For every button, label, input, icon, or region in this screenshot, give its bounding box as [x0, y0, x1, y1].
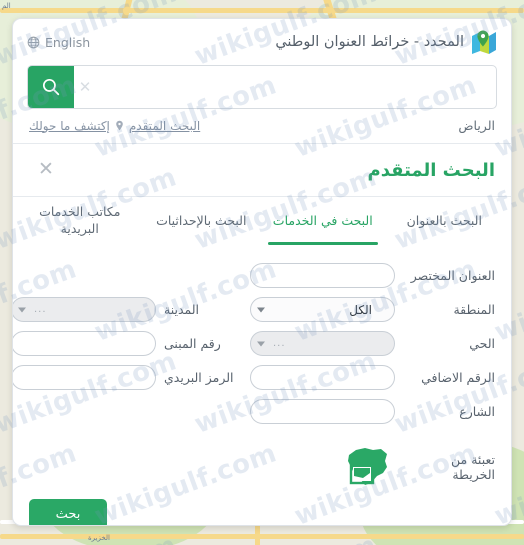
location-pin-icon	[116, 120, 123, 131]
field-additional-number	[250, 365, 395, 390]
search-panel: المحدد - خرائط العنوان الوطني English ✕	[12, 18, 512, 526]
explore-nearby-link[interactable]: إكتشف ما حولك	[29, 119, 110, 133]
language-switch-button[interactable]: English	[27, 35, 90, 50]
field-building-number	[13, 331, 156, 356]
field-short-address	[250, 263, 395, 288]
map-label: الم	[2, 2, 11, 10]
field-postal-code	[13, 365, 156, 390]
map-road	[0, 534, 524, 539]
building-number-input[interactable]	[13, 331, 156, 356]
search-button[interactable]: بحث	[29, 499, 107, 525]
label-city: المدينة	[164, 302, 200, 317]
quick-links: البحث المتقدم إكتشف ما حولك	[29, 119, 200, 133]
map-fill-row: تعبئة من الخريطة	[13, 433, 511, 489]
city-select[interactable]: ...	[13, 297, 156, 322]
label-building-number: رقم المبنى	[164, 336, 221, 351]
map-pin-logo-icon	[472, 30, 496, 54]
globe-icon	[27, 36, 40, 48]
form-row-street: الشارع	[29, 399, 495, 424]
page-title: البحث المتقدم	[367, 159, 495, 181]
tab-search-in-services[interactable]: البحث في الخدمات	[262, 197, 384, 245]
label-street: الشارع	[459, 404, 495, 419]
map-road	[0, 8, 524, 13]
panel-header: المحدد - خرائط العنوان الوطني English	[13, 19, 511, 65]
form-row-district-building: الحي ... رقم المبنى	[13, 331, 495, 356]
search-row: ✕	[13, 65, 511, 109]
tab-label: البحث بالإحداثيات	[156, 212, 247, 228]
tab-search-by-address[interactable]: البحث بالعنوان	[384, 197, 506, 245]
tab-label: مكاتب الخدمات البريدية	[39, 204, 121, 236]
short-address-input[interactable]	[250, 263, 395, 288]
label-additional-number: الرقم الاضافي	[421, 370, 495, 385]
street-input[interactable]	[250, 399, 395, 424]
form-row-additional-postal: الرقم الاضافي الرمز البريدي	[13, 365, 495, 390]
label-fill-from-map: تعبئة من الخريطة	[451, 452, 495, 482]
field-region: الكل	[250, 297, 395, 322]
brand-title: المحدد - خرائط العنوان الوطني	[275, 34, 464, 50]
label-district: الحي	[469, 336, 495, 351]
tab-search-by-coordinates[interactable]: البحث بالإحداثيات	[141, 197, 263, 245]
label-short-address: العنوان المختصر	[410, 268, 495, 283]
field-street	[250, 399, 395, 424]
language-label: English	[45, 34, 91, 50]
links-row: الرياض البحث المتقدم إكتشف ما حولك	[13, 109, 511, 137]
form-row-short-address: العنوان المختصر	[29, 263, 495, 288]
postal-code-input[interactable]	[13, 365, 156, 390]
advanced-search-form: العنوان المختصر المنطقة الكل المدينة ...	[13, 245, 511, 424]
label-postal-code: الرمز البريدي	[164, 370, 234, 385]
tabs: البحث بالعنوان البحث في الخدمات البحث با…	[13, 197, 511, 245]
search-box: ✕	[27, 65, 497, 109]
form-row-region-city: المنطقة الكل المدينة ...	[13, 297, 495, 322]
tab-label: البحث بالعنوان	[406, 212, 482, 228]
advanced-search-link[interactable]: البحث المتقدم	[129, 119, 200, 133]
field-district: ...	[250, 331, 395, 356]
brand: المحدد - خرائط العنوان الوطني	[275, 30, 497, 55]
field-city: ...	[13, 297, 156, 322]
saudi-map-select-icon[interactable]	[343, 445, 393, 489]
search-input[interactable]	[96, 66, 496, 108]
clear-x-icon[interactable]: ✕	[74, 66, 96, 108]
additional-number-input[interactable]	[250, 365, 395, 390]
tab-label: البحث في الخدمات	[272, 212, 373, 228]
advanced-search-header: البحث المتقدم ✕	[13, 144, 511, 196]
submit-row: بحث	[13, 489, 511, 525]
close-x-icon[interactable]: ✕	[35, 158, 57, 180]
current-city-label: الرياض	[458, 118, 495, 133]
label-region: المنطقة	[453, 302, 495, 317]
magnifier-icon	[42, 78, 60, 96]
region-select[interactable]: الكل	[250, 297, 395, 322]
tab-postal-service-offices[interactable]: مكاتب الخدمات البريدية	[19, 197, 141, 245]
district-select[interactable]: ...	[250, 331, 395, 356]
map-label: الخزيرة	[88, 534, 110, 542]
search-submit-button[interactable]	[28, 66, 74, 108]
